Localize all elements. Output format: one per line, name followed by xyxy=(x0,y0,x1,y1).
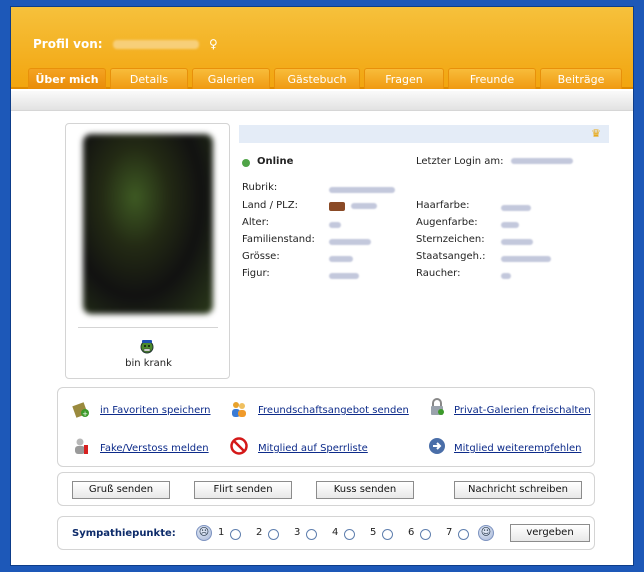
profile-title-prefix: Profil von: xyxy=(33,37,103,51)
rating-radio-1[interactable] xyxy=(230,529,241,540)
tab-details[interactable]: Details xyxy=(110,68,188,89)
sick-mood-icon xyxy=(139,338,155,358)
tab-galerien[interactable]: Galerien xyxy=(192,68,270,89)
rating-radio-4[interactable] xyxy=(344,529,355,540)
field-value-blurred xyxy=(501,256,551,262)
profile-actions: + in Favoriten speichern Freundschaftsan… xyxy=(57,387,595,467)
greet-button[interactable]: Gruß senden xyxy=(72,481,170,499)
recommend-link[interactable]: Mitglied weiterempfehlen xyxy=(454,443,582,454)
kiss-button[interactable]: Kuss senden xyxy=(316,481,414,499)
rating-label-5: 5 xyxy=(370,527,377,538)
mood-label: bin krank xyxy=(125,358,172,369)
favorite-add-icon: + xyxy=(72,402,89,418)
field-value-blurred xyxy=(351,203,378,209)
unlock-gallery-link[interactable]: Privat-Galerien freischalten xyxy=(454,405,591,416)
blocklist-link[interactable]: Mitglied auf Sperrliste xyxy=(258,443,368,454)
online-status: Online xyxy=(257,156,294,167)
field-value-blurred xyxy=(501,273,511,279)
report-icon xyxy=(75,438,88,454)
field-label-land-plz: Land / PLZ: xyxy=(242,200,298,211)
tab-fragen[interactable]: Fragen xyxy=(364,68,444,89)
write-message-button[interactable]: Nachricht schreiben xyxy=(454,481,582,499)
last-login-label: Letzter Login am: xyxy=(416,156,504,167)
field-value-blurred xyxy=(501,222,519,228)
happy-face-icon: ☺ xyxy=(478,525,494,541)
divider xyxy=(78,327,218,328)
tab-freunde[interactable]: Freunde xyxy=(448,68,536,89)
submit-rating-button[interactable]: vergeben xyxy=(510,524,590,542)
field-label-raucher: Raucher: xyxy=(416,268,461,279)
rating-radio-5[interactable] xyxy=(382,529,393,540)
recommend-arrow-icon xyxy=(429,438,445,454)
info-header-bar: ♛ xyxy=(239,125,609,143)
field-value-blurred xyxy=(329,239,371,245)
field-label-figur: Figur: xyxy=(242,268,270,279)
profile-username-blurred xyxy=(112,40,199,49)
field-label-rubrik: Rubrik: xyxy=(242,182,278,193)
rating-radio-3[interactable] xyxy=(306,529,317,540)
tab-ueber-mich[interactable]: Über mich xyxy=(28,68,106,89)
rating-label-2: 2 xyxy=(256,527,263,538)
field-value-blurred xyxy=(329,222,341,228)
field-label-groesse: Grösse: xyxy=(242,251,280,262)
profile-window: Profil von: ♀ Über mich Details Galerien… xyxy=(10,6,634,566)
rating-radio-7[interactable] xyxy=(458,529,469,540)
tab-beitraege[interactable]: Beiträge xyxy=(540,68,622,89)
field-label-augenfarbe: Augenfarbe: xyxy=(416,217,478,228)
subheader-bar xyxy=(11,91,633,111)
svg-text:+: + xyxy=(82,410,88,418)
field-value-blurred xyxy=(501,205,531,211)
rating-label-1: 1 xyxy=(218,527,225,538)
favorite-link[interactable]: in Favoriten speichern xyxy=(100,405,211,416)
rating-label-6: 6 xyxy=(408,527,415,538)
profile-title: Profil von: ♀ xyxy=(33,37,218,51)
field-label-haarfarbe: Haarfarbe: xyxy=(416,200,470,211)
field-label-sternzeichen: Sternzeichen: xyxy=(416,234,485,245)
rating-label-4: 4 xyxy=(332,527,339,538)
profile-tabs: Über mich Details Galerien Gästebuch Fra… xyxy=(28,68,626,89)
flag-icon xyxy=(329,201,345,211)
sympathy-label: Sympathiepunkte: xyxy=(72,528,176,539)
flirt-button[interactable]: Flirt senden xyxy=(194,481,292,499)
rating-radio-2[interactable] xyxy=(268,529,279,540)
gender-symbol: ♀ xyxy=(208,37,218,51)
lock-icon xyxy=(431,398,444,415)
tab-gaestebuch[interactable]: Gästebuch xyxy=(274,68,360,89)
crown-icon: ♛ xyxy=(591,127,601,140)
field-value-blurred xyxy=(329,256,353,262)
contact-buttons: Gruß senden Flirt senden Kuss senden Nac… xyxy=(57,472,595,506)
sad-face-icon: ☹ xyxy=(196,525,212,541)
field-label-alter: Alter: xyxy=(242,217,269,228)
field-label-staatsangeh: Staatsangeh.: xyxy=(416,251,486,262)
field-label-familienstand: Familienstand: xyxy=(242,234,315,245)
friends-icon xyxy=(232,402,246,417)
field-value-blurred xyxy=(501,239,533,245)
profile-header: Profil von: ♀ Über mich Details Galerien… xyxy=(11,7,633,89)
profile-photo[interactable] xyxy=(83,134,213,314)
online-status-icon xyxy=(242,159,250,167)
photo-panel: bin krank xyxy=(65,123,230,379)
rating-label-7: 7 xyxy=(446,527,453,538)
rating-label-3: 3 xyxy=(294,527,301,538)
sympathy-rating: Sympathiepunkte: ☹ 1 2 3 4 5 6 7 ☺ verge… xyxy=(57,516,595,550)
block-icon xyxy=(230,437,248,455)
field-value-blurred xyxy=(329,187,395,193)
report-link[interactable]: Fake/Verstoss melden xyxy=(100,443,209,454)
last-login: Letzter Login am: xyxy=(416,156,573,167)
field-value-blurred xyxy=(329,273,359,279)
friendship-request-link[interactable]: Freundschaftsangebot senden xyxy=(258,405,409,416)
rating-radio-6[interactable] xyxy=(420,529,431,540)
last-login-date-blurred xyxy=(510,158,573,164)
